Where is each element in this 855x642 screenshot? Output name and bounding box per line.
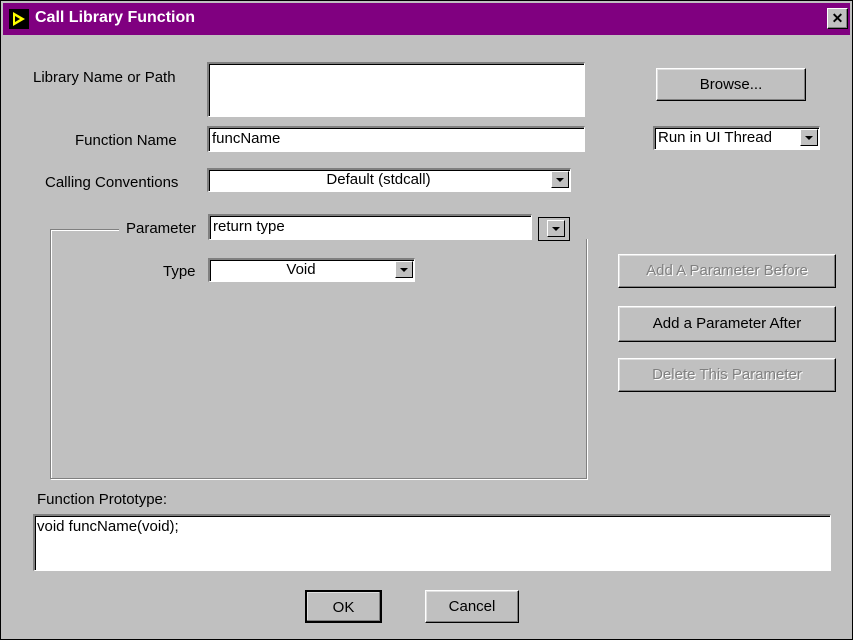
library-path-input[interactable] — [207, 62, 585, 117]
add-parameter-after-button[interactable]: Add a Parameter After — [618, 306, 836, 342]
type-select[interactable]: Void — [208, 258, 415, 282]
browse-button[interactable]: Browse... — [656, 68, 806, 101]
function-prototype-text: void funcName(void); — [33, 514, 831, 571]
library-name-label: Library Name or Path — [33, 69, 176, 86]
thread-select-value: Run in UI Thread — [658, 129, 772, 146]
type-label: Type — [163, 263, 196, 280]
parameter-select-button[interactable] — [538, 217, 570, 241]
title-bar: Call Library Function ✕ — [3, 3, 850, 35]
parameter-label: Parameter — [126, 220, 197, 237]
function-prototype-label: Function Prototype: — [37, 491, 168, 508]
function-name-input[interactable]: funcName — [207, 126, 585, 152]
type-select-value: Void — [286, 261, 316, 278]
delete-parameter-button[interactable]: Delete This Parameter — [618, 358, 836, 392]
dropdown-arrow-icon[interactable] — [551, 171, 569, 188]
add-parameter-before-button[interactable]: Add A Parameter Before — [618, 254, 836, 288]
dialog-window: Call Library Function ✕ Library Name or … — [0, 0, 853, 640]
thread-select[interactable]: Run in UI Thread — [653, 126, 820, 150]
parameter-input[interactable]: return type — [208, 214, 532, 240]
labview-play-icon — [9, 9, 29, 29]
close-icon[interactable]: ✕ — [827, 8, 848, 29]
calling-conventions-label: Calling Conventions — [45, 174, 179, 191]
function-name-label: Function Name — [75, 132, 177, 149]
calling-conventions-select[interactable]: Default (stdcall) — [207, 168, 571, 192]
cancel-button[interactable]: Cancel — [425, 590, 519, 623]
ok-button[interactable]: OK — [305, 590, 382, 623]
dropdown-arrow-icon[interactable] — [395, 261, 413, 278]
calling-conventions-value: Default (stdcall) — [326, 171, 431, 188]
dropdown-arrow-icon[interactable] — [547, 220, 565, 237]
dropdown-arrow-icon[interactable] — [800, 129, 818, 146]
window-title: Call Library Function — [35, 9, 196, 26]
